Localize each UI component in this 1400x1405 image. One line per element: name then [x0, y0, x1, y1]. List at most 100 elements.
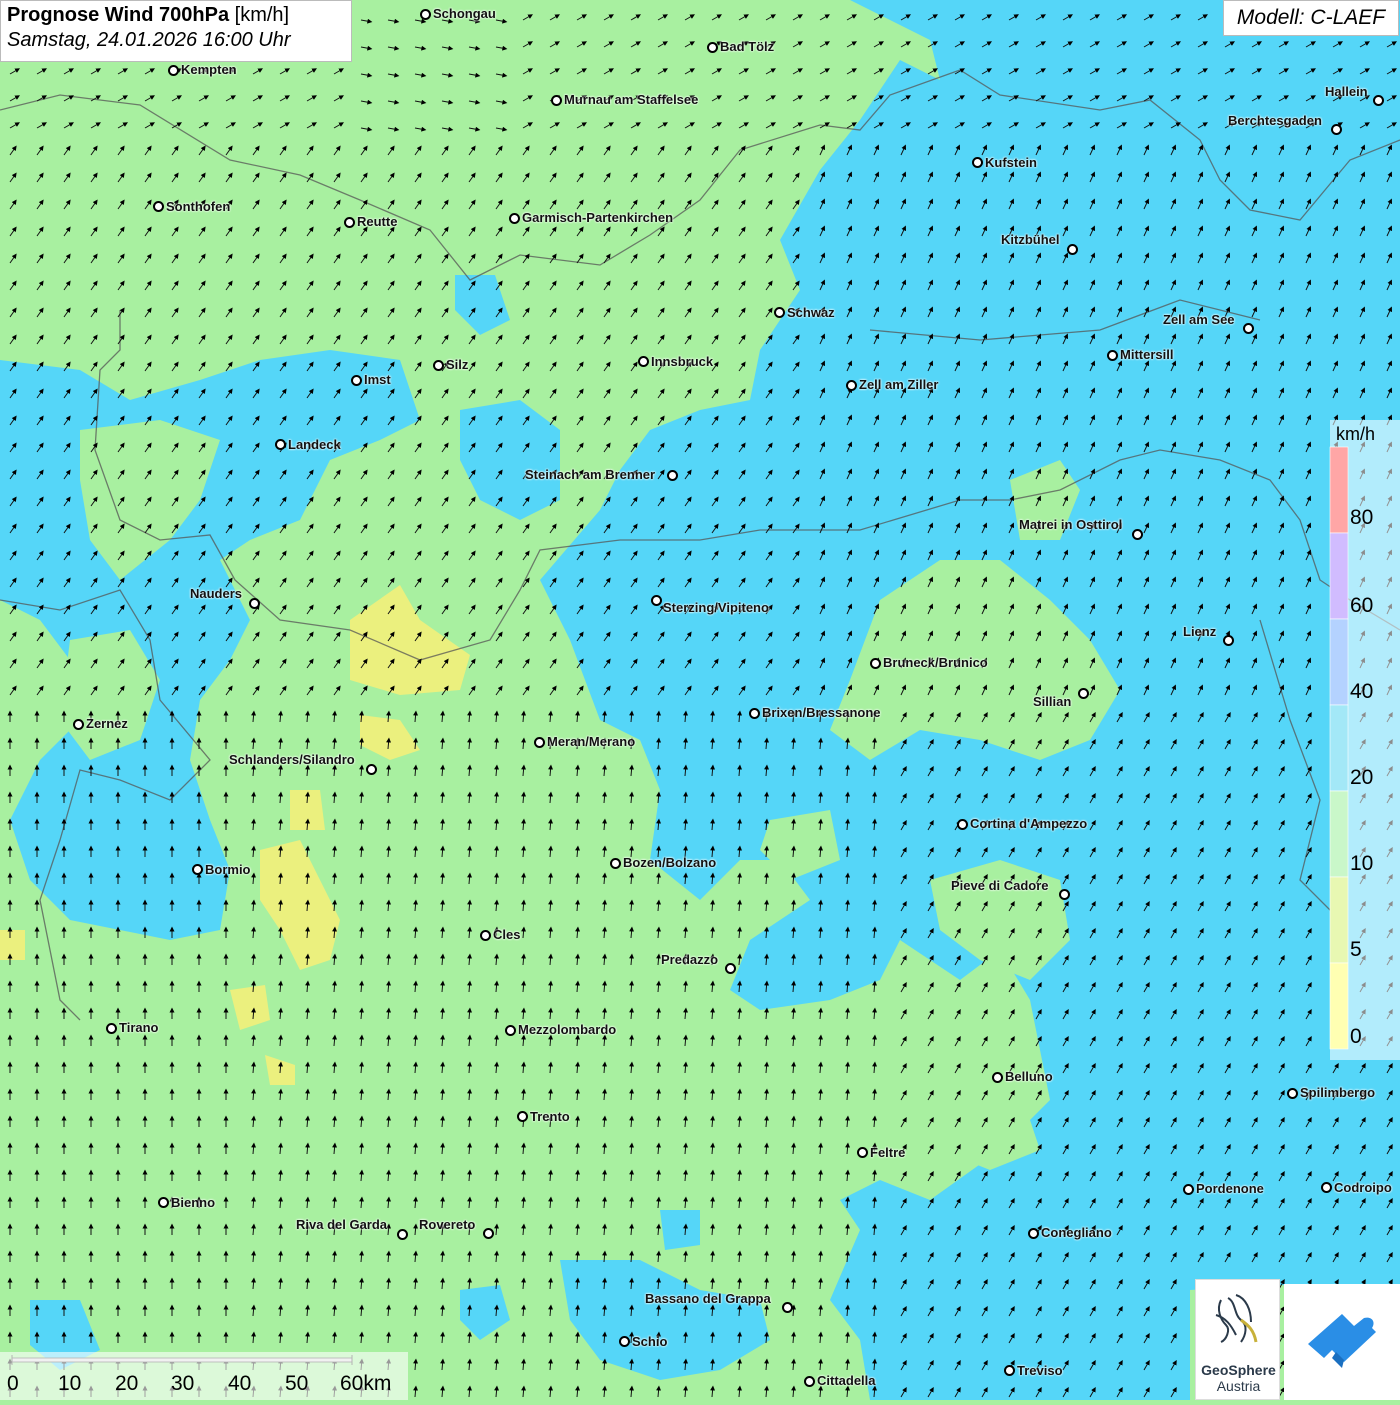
city-marker[interactable] — [433, 360, 444, 371]
city-marker[interactable] — [509, 213, 520, 224]
city-label[interactable]: Codroipo — [1334, 1180, 1392, 1195]
city-marker[interactable] — [397, 1229, 408, 1240]
city-marker[interactable] — [1004, 1365, 1015, 1376]
city-label[interactable]: Innsbruck — [651, 354, 713, 369]
city-marker[interactable] — [106, 1023, 117, 1034]
city-label[interactable]: Pordenone — [1196, 1181, 1264, 1196]
city-marker[interactable] — [619, 1336, 630, 1347]
city-label[interactable]: Hallein — [1325, 84, 1368, 99]
city-label[interactable]: Sonthofen — [166, 199, 230, 214]
city-label[interactable]: Steinach am Brenner — [525, 467, 655, 482]
city-label[interactable]: Trento — [530, 1109, 570, 1124]
city-label[interactable]: Zernez — [86, 716, 128, 731]
city-label[interactable]: Bormio — [205, 862, 251, 877]
city-label[interactable]: Mittersill — [1120, 347, 1173, 362]
weather-app-logo[interactable] — [1284, 1284, 1400, 1400]
city-label[interactable]: Kufstein — [985, 155, 1037, 170]
city-label[interactable]: Conegliano — [1041, 1225, 1112, 1240]
city-label[interactable]: Landeck — [288, 437, 341, 452]
city-label[interactable]: Sterzing/Vipiteno — [663, 600, 769, 615]
city-marker[interactable] — [1028, 1228, 1039, 1239]
city-label[interactable]: Feltre — [870, 1145, 905, 1160]
city-marker[interactable] — [1078, 688, 1089, 699]
city-marker[interactable] — [73, 719, 84, 730]
city-marker[interactable] — [1373, 95, 1384, 106]
city-label[interactable]: Schwaz — [787, 305, 835, 320]
city-marker[interactable] — [517, 1111, 528, 1122]
city-marker[interactable] — [707, 42, 718, 53]
city-label[interactable]: Bozen/Bolzano — [623, 855, 716, 870]
city-label[interactable]: Garmisch-Partenkirchen — [522, 210, 673, 225]
city-label[interactable]: Mezzolombardo — [518, 1022, 616, 1037]
city-label[interactable]: Riva del Garda — [296, 1217, 387, 1232]
city-marker[interactable] — [972, 157, 983, 168]
city-label[interactable]: Kitzbühel — [1001, 232, 1060, 247]
city-label[interactable]: Kempten — [181, 62, 237, 77]
city-label[interactable]: Bienno — [171, 1195, 215, 1210]
city-marker[interactable] — [1059, 889, 1070, 900]
city-label[interactable]: Schongau — [433, 6, 496, 21]
city-label[interactable]: Murnau am Staffelsee — [564, 92, 698, 107]
city-label[interactable]: Zell am See — [1163, 312, 1235, 327]
city-label[interactable]: Spilimbergo — [1300, 1085, 1375, 1100]
city-label[interactable]: Cles — [493, 927, 520, 942]
city-marker[interactable] — [992, 1072, 1003, 1083]
city-marker[interactable] — [1107, 350, 1118, 361]
city-marker[interactable] — [870, 658, 881, 669]
city-marker[interactable] — [158, 1197, 169, 1208]
city-marker[interactable] — [749, 708, 760, 719]
geosphere-logo[interactable]: GeoSphere Austria — [1195, 1279, 1280, 1400]
city-label[interactable]: Brixen/Bressanone — [762, 705, 881, 720]
city-marker[interactable] — [192, 864, 203, 875]
city-marker[interactable] — [774, 307, 785, 318]
city-label[interactable]: Imst — [364, 372, 391, 387]
city-marker[interactable] — [1321, 1182, 1332, 1193]
city-label[interactable]: Pieve di Cadore — [951, 878, 1049, 893]
city-label[interactable]: Meran/Merano — [547, 734, 635, 749]
city-marker[interactable] — [725, 963, 736, 974]
city-label[interactable]: Berchtesgaden — [1228, 113, 1322, 128]
city-marker[interactable] — [480, 930, 491, 941]
city-label[interactable]: Belluno — [1005, 1069, 1053, 1084]
city-marker[interactable] — [1243, 323, 1254, 334]
city-marker[interactable] — [804, 1376, 815, 1387]
city-label[interactable]: Reutte — [357, 214, 397, 229]
city-marker[interactable] — [153, 201, 164, 212]
city-label[interactable]: Tirano — [119, 1020, 159, 1035]
city-marker[interactable] — [505, 1025, 516, 1036]
city-marker[interactable] — [846, 380, 857, 391]
city-marker[interactable] — [957, 819, 968, 830]
city-marker[interactable] — [344, 217, 355, 228]
city-marker[interactable] — [610, 858, 621, 869]
city-label[interactable]: Treviso — [1017, 1363, 1063, 1378]
city-marker[interactable] — [366, 764, 377, 775]
city-marker[interactable] — [351, 375, 362, 386]
city-marker[interactable] — [275, 439, 286, 450]
city-label[interactable]: Lienz — [1183, 624, 1216, 639]
city-marker[interactable] — [249, 598, 260, 609]
city-marker[interactable] — [534, 737, 545, 748]
city-marker[interactable] — [638, 356, 649, 367]
city-marker[interactable] — [1223, 635, 1234, 646]
city-marker[interactable] — [483, 1228, 494, 1239]
city-marker[interactable] — [551, 95, 562, 106]
city-marker[interactable] — [420, 9, 431, 20]
city-label[interactable]: Cittadella — [817, 1373, 876, 1388]
city-marker[interactable] — [1183, 1184, 1194, 1195]
city-label[interactable]: Nauders — [190, 586, 242, 601]
city-label[interactable]: Schlanders/Silandro — [229, 752, 355, 767]
city-label[interactable]: Matrei in Osttirol — [1019, 517, 1122, 532]
city-marker[interactable] — [782, 1302, 793, 1313]
city-marker[interactable] — [1067, 244, 1078, 255]
city-label[interactable]: Rovereto — [419, 1217, 475, 1232]
city-label[interactable]: Schio — [632, 1334, 667, 1349]
city-label[interactable]: Bad Tölz — [720, 39, 774, 54]
city-marker[interactable] — [651, 595, 662, 606]
city-marker[interactable] — [1132, 529, 1143, 540]
city-marker[interactable] — [1331, 124, 1342, 135]
city-label[interactable]: Predazzo — [661, 952, 718, 967]
city-marker[interactable] — [857, 1147, 868, 1158]
city-label[interactable]: Silz — [446, 357, 468, 372]
city-label[interactable]: Sillian — [1033, 694, 1071, 709]
city-label[interactable]: Bruneck/Brunico — [883, 655, 988, 670]
